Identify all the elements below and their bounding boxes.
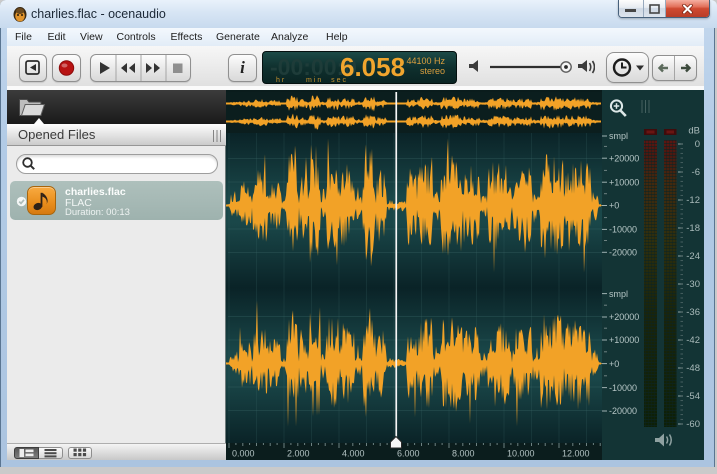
svg-text:-18: -18 bbox=[686, 223, 700, 234]
svg-text:smpl: smpl bbox=[609, 131, 628, 141]
svg-text:smpl: smpl bbox=[609, 289, 628, 299]
svg-text:10.000: 10.000 bbox=[507, 449, 535, 459]
svg-text:6.000: 6.000 bbox=[397, 449, 420, 459]
svg-text:-20000: -20000 bbox=[609, 406, 637, 416]
svg-text:-24: -24 bbox=[686, 251, 700, 262]
svg-text:0.000: 0.000 bbox=[232, 449, 255, 459]
svg-text:-20000: -20000 bbox=[609, 248, 637, 258]
svg-text:-30: -30 bbox=[686, 279, 700, 290]
svg-text:-54: -54 bbox=[686, 391, 700, 402]
svg-text:-10000: -10000 bbox=[609, 225, 637, 235]
svg-text:+10000: +10000 bbox=[609, 177, 639, 187]
svg-text:-42: -42 bbox=[686, 335, 700, 346]
svg-text:+20000: +20000 bbox=[609, 312, 639, 322]
svg-text:+20000: +20000 bbox=[609, 153, 639, 163]
svg-text:-6: -6 bbox=[692, 167, 700, 178]
svg-text:2.000: 2.000 bbox=[287, 449, 310, 459]
svg-text:-12: -12 bbox=[686, 195, 700, 206]
svg-text:dB: dB bbox=[688, 126, 700, 137]
svg-text:-48: -48 bbox=[686, 363, 700, 374]
svg-text:+0: +0 bbox=[609, 359, 619, 369]
svg-text:+0: +0 bbox=[609, 201, 619, 211]
svg-text:-60: -60 bbox=[686, 419, 700, 430]
svg-text:4.000: 4.000 bbox=[342, 449, 365, 459]
svg-text:8.000: 8.000 bbox=[452, 449, 475, 459]
svg-text:12.000: 12.000 bbox=[562, 449, 590, 459]
svg-text:-36: -36 bbox=[686, 307, 700, 318]
svg-text:+10000: +10000 bbox=[609, 335, 639, 345]
svg-text:0: 0 bbox=[695, 139, 700, 150]
svg-text:-10000: -10000 bbox=[609, 383, 637, 393]
